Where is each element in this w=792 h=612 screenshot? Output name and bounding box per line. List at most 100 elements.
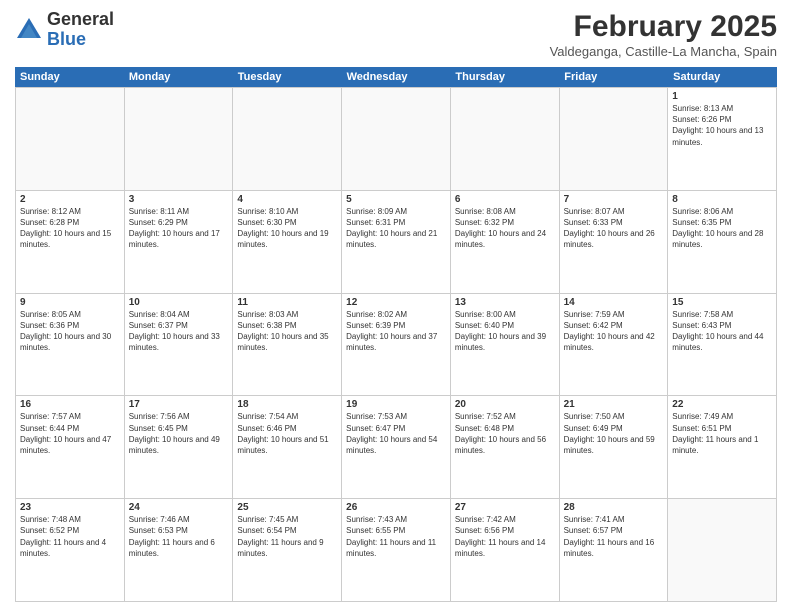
day-info: Sunrise: 8:07 AM Sunset: 6:33 PM Dayligh… [564, 206, 664, 251]
page: General Blue February 2025 Valdeganga, C… [0, 0, 792, 612]
day-info: Sunrise: 8:00 AM Sunset: 6:40 PM Dayligh… [455, 309, 555, 354]
day-number: 13 [455, 297, 555, 308]
calendar-cell: 7Sunrise: 8:07 AM Sunset: 6:33 PM Daylig… [560, 191, 669, 294]
day-number: 8 [672, 194, 772, 205]
day-number: 17 [129, 399, 229, 410]
calendar-header-cell: Wednesday [342, 67, 451, 87]
day-number: 3 [129, 194, 229, 205]
header: General Blue February 2025 Valdeganga, C… [15, 10, 777, 59]
day-info: Sunrise: 7:46 AM Sunset: 6:53 PM Dayligh… [129, 514, 229, 559]
day-info: Sunrise: 8:13 AM Sunset: 6:26 PM Dayligh… [672, 103, 772, 148]
day-number: 15 [672, 297, 772, 308]
month-title: February 2025 [550, 10, 777, 44]
calendar: SundayMondayTuesdayWednesdayThursdayFrid… [15, 67, 777, 602]
calendar-cell: 18Sunrise: 7:54 AM Sunset: 6:46 PM Dayli… [233, 396, 342, 499]
day-number: 9 [20, 297, 120, 308]
day-info: Sunrise: 7:54 AM Sunset: 6:46 PM Dayligh… [237, 411, 337, 456]
calendar-header-cell: Friday [559, 67, 668, 87]
calendar-cell: 4Sunrise: 8:10 AM Sunset: 6:30 PM Daylig… [233, 191, 342, 294]
calendar-cell: 15Sunrise: 7:58 AM Sunset: 6:43 PM Dayli… [668, 294, 777, 397]
day-info: Sunrise: 7:41 AM Sunset: 6:57 PM Dayligh… [564, 514, 664, 559]
day-number: 4 [237, 194, 337, 205]
calendar-row: 16Sunrise: 7:57 AM Sunset: 6:44 PM Dayli… [16, 396, 777, 499]
logo-icon [15, 16, 43, 44]
day-number: 18 [237, 399, 337, 410]
day-info: Sunrise: 7:58 AM Sunset: 6:43 PM Dayligh… [672, 309, 772, 354]
logo-general: General [47, 10, 114, 30]
calendar-cell: 28Sunrise: 7:41 AM Sunset: 6:57 PM Dayli… [560, 499, 669, 602]
day-number: 11 [237, 297, 337, 308]
day-number: 20 [455, 399, 555, 410]
calendar-cell: 2Sunrise: 8:12 AM Sunset: 6:28 PM Daylig… [16, 191, 125, 294]
calendar-cell [16, 88, 125, 191]
day-info: Sunrise: 8:02 AM Sunset: 6:39 PM Dayligh… [346, 309, 446, 354]
calendar-cell: 27Sunrise: 7:42 AM Sunset: 6:56 PM Dayli… [451, 499, 560, 602]
day-info: Sunrise: 7:50 AM Sunset: 6:49 PM Dayligh… [564, 411, 664, 456]
calendar-cell: 20Sunrise: 7:52 AM Sunset: 6:48 PM Dayli… [451, 396, 560, 499]
location: Valdeganga, Castille-La Mancha, Spain [550, 44, 777, 59]
day-number: 26 [346, 502, 446, 513]
day-info: Sunrise: 7:56 AM Sunset: 6:45 PM Dayligh… [129, 411, 229, 456]
calendar-row: 9Sunrise: 8:05 AM Sunset: 6:36 PM Daylig… [16, 294, 777, 397]
day-info: Sunrise: 7:48 AM Sunset: 6:52 PM Dayligh… [20, 514, 120, 559]
calendar-cell: 5Sunrise: 8:09 AM Sunset: 6:31 PM Daylig… [342, 191, 451, 294]
day-number: 10 [129, 297, 229, 308]
title-block: February 2025 Valdeganga, Castille-La Ma… [550, 10, 777, 59]
day-info: Sunrise: 7:52 AM Sunset: 6:48 PM Dayligh… [455, 411, 555, 456]
day-info: Sunrise: 7:49 AM Sunset: 6:51 PM Dayligh… [672, 411, 772, 456]
calendar-cell: 19Sunrise: 7:53 AM Sunset: 6:47 PM Dayli… [342, 396, 451, 499]
day-number: 7 [564, 194, 664, 205]
calendar-cell: 13Sunrise: 8:00 AM Sunset: 6:40 PM Dayli… [451, 294, 560, 397]
day-number: 28 [564, 502, 664, 513]
calendar-header-cell: Monday [124, 67, 233, 87]
day-info: Sunrise: 7:59 AM Sunset: 6:42 PM Dayligh… [564, 309, 664, 354]
calendar-cell: 3Sunrise: 8:11 AM Sunset: 6:29 PM Daylig… [125, 191, 234, 294]
calendar-cell: 22Sunrise: 7:49 AM Sunset: 6:51 PM Dayli… [668, 396, 777, 499]
day-number: 5 [346, 194, 446, 205]
calendar-cell [233, 88, 342, 191]
calendar-header-cell: Saturday [668, 67, 777, 87]
calendar-cell: 26Sunrise: 7:43 AM Sunset: 6:55 PM Dayli… [342, 499, 451, 602]
day-number: 12 [346, 297, 446, 308]
day-info: Sunrise: 7:57 AM Sunset: 6:44 PM Dayligh… [20, 411, 120, 456]
logo-text: General Blue [47, 10, 114, 50]
calendar-cell [342, 88, 451, 191]
calendar-row: 1Sunrise: 8:13 AM Sunset: 6:26 PM Daylig… [16, 88, 777, 191]
calendar-cell: 21Sunrise: 7:50 AM Sunset: 6:49 PM Dayli… [560, 396, 669, 499]
calendar-cell: 16Sunrise: 7:57 AM Sunset: 6:44 PM Dayli… [16, 396, 125, 499]
calendar-cell: 10Sunrise: 8:04 AM Sunset: 6:37 PM Dayli… [125, 294, 234, 397]
logo: General Blue [15, 10, 114, 50]
day-info: Sunrise: 8:08 AM Sunset: 6:32 PM Dayligh… [455, 206, 555, 251]
day-number: 21 [564, 399, 664, 410]
calendar-row: 2Sunrise: 8:12 AM Sunset: 6:28 PM Daylig… [16, 191, 777, 294]
day-number: 1 [672, 91, 772, 102]
calendar-cell: 12Sunrise: 8:02 AM Sunset: 6:39 PM Dayli… [342, 294, 451, 397]
day-info: Sunrise: 8:12 AM Sunset: 6:28 PM Dayligh… [20, 206, 120, 251]
calendar-header-cell: Tuesday [233, 67, 342, 87]
day-info: Sunrise: 8:10 AM Sunset: 6:30 PM Dayligh… [237, 206, 337, 251]
day-number: 24 [129, 502, 229, 513]
calendar-cell: 11Sunrise: 8:03 AM Sunset: 6:38 PM Dayli… [233, 294, 342, 397]
calendar-cell: 6Sunrise: 8:08 AM Sunset: 6:32 PM Daylig… [451, 191, 560, 294]
calendar-cell: 25Sunrise: 7:45 AM Sunset: 6:54 PM Dayli… [233, 499, 342, 602]
day-info: Sunrise: 7:42 AM Sunset: 6:56 PM Dayligh… [455, 514, 555, 559]
calendar-cell [560, 88, 669, 191]
day-number: 14 [564, 297, 664, 308]
calendar-cell: 1Sunrise: 8:13 AM Sunset: 6:26 PM Daylig… [668, 88, 777, 191]
calendar-cell: 23Sunrise: 7:48 AM Sunset: 6:52 PM Dayli… [16, 499, 125, 602]
day-info: Sunrise: 8:04 AM Sunset: 6:37 PM Dayligh… [129, 309, 229, 354]
calendar-body: 1Sunrise: 8:13 AM Sunset: 6:26 PM Daylig… [15, 87, 777, 602]
day-info: Sunrise: 8:06 AM Sunset: 6:35 PM Dayligh… [672, 206, 772, 251]
day-number: 16 [20, 399, 120, 410]
calendar-cell: 14Sunrise: 7:59 AM Sunset: 6:42 PM Dayli… [560, 294, 669, 397]
day-number: 23 [20, 502, 120, 513]
calendar-header-cell: Thursday [450, 67, 559, 87]
day-info: Sunrise: 8:05 AM Sunset: 6:36 PM Dayligh… [20, 309, 120, 354]
calendar-row: 23Sunrise: 7:48 AM Sunset: 6:52 PM Dayli… [16, 499, 777, 602]
day-info: Sunrise: 7:43 AM Sunset: 6:55 PM Dayligh… [346, 514, 446, 559]
day-info: Sunrise: 7:45 AM Sunset: 6:54 PM Dayligh… [237, 514, 337, 559]
logo-blue: Blue [47, 30, 114, 50]
day-number: 27 [455, 502, 555, 513]
day-number: 22 [672, 399, 772, 410]
day-number: 19 [346, 399, 446, 410]
